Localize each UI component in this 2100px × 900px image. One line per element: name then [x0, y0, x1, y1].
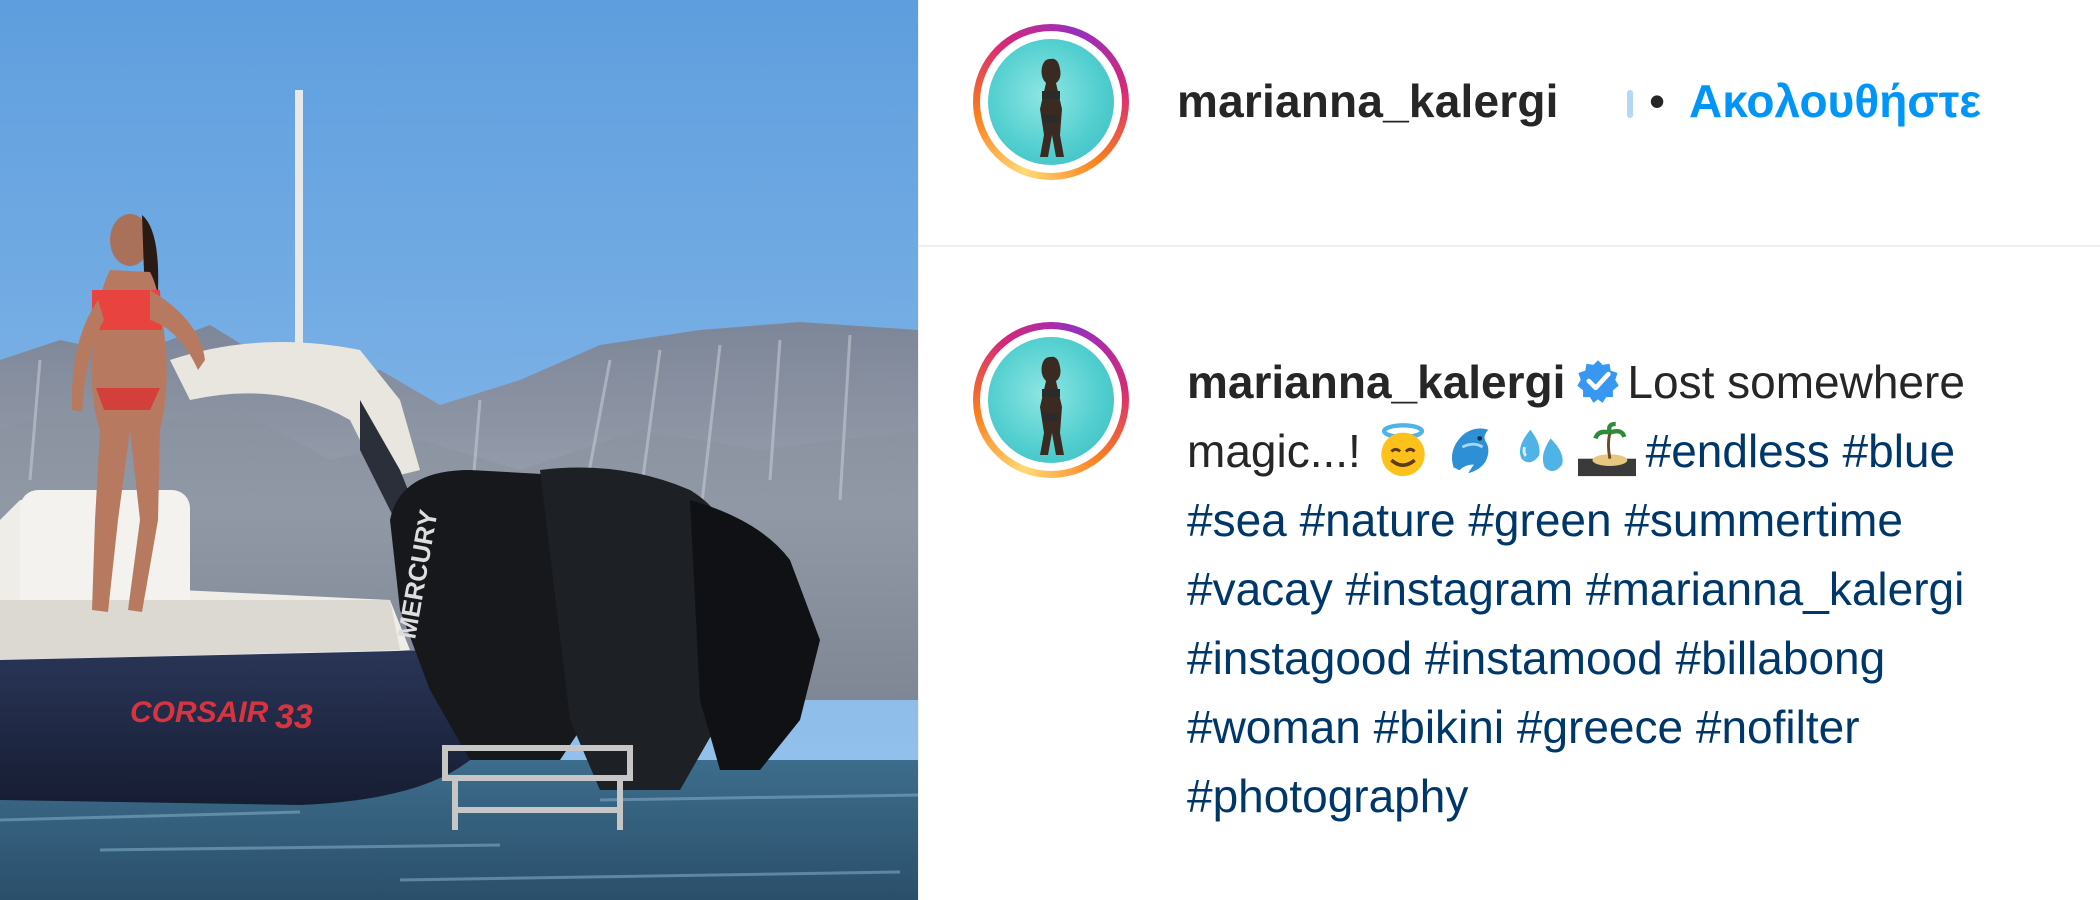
hashtag[interactable]: #woman: [1187, 701, 1361, 753]
post-header: marianna_kalergi • Ακολουθήστε: [919, 0, 2100, 247]
hashtag[interactable]: #green: [1468, 494, 1611, 546]
hashtag[interactable]: #instagood: [1187, 632, 1412, 684]
hashtag[interactable]: #sea: [1187, 494, 1287, 546]
sweat-droplets-icon: [1519, 429, 1563, 472]
hashtag[interactable]: #instagram: [1346, 563, 1574, 615]
hashtag[interactable]: #summertime: [1624, 494, 1903, 546]
hashtag[interactable]: #marianna_kalergi: [1586, 563, 1964, 615]
avatar-image: [1040, 356, 1064, 455]
post-side-panel: marianna_kalergi • Ακολουθήστε marianna_…: [918, 0, 2100, 900]
boat-brand-text: CORSAIR: [130, 696, 269, 729]
hashtag[interactable]: #endless: [1646, 425, 1830, 477]
hashtag[interactable]: #greece: [1517, 701, 1683, 753]
hashtag[interactable]: #nature: [1300, 494, 1456, 546]
caption-line-7: #photography: [1187, 762, 2100, 831]
post-photo[interactable]: CORSAIR 33 MERCURY: [0, 0, 918, 900]
caption-line-2: magic...! #endless #blue: [1187, 417, 2100, 486]
separator-dot: •: [1649, 75, 1666, 127]
hashtag[interactable]: #bikini: [1374, 701, 1504, 753]
post-image: CORSAIR 33 MERCURY: [0, 0, 918, 900]
hashtag[interactable]: #photography: [1187, 770, 1468, 822]
caption-avatar[interactable]: [973, 322, 1129, 478]
avatar-image: [1040, 58, 1064, 157]
header-username[interactable]: marianna_kalergi: [1177, 74, 1559, 128]
boat-model-text: 33: [275, 698, 313, 736]
verified-icon: [1627, 90, 1633, 118]
hashtag[interactable]: #blue: [1843, 425, 1956, 477]
caption-line-4: #vacay #instagram #marianna_kalergi: [1187, 555, 2100, 624]
caption-line-1: marianna_kalergi Lost somewhere: [1187, 348, 2100, 417]
avatar[interactable]: [973, 24, 1129, 180]
caption-body-1: Lost somewhere: [1627, 356, 1965, 408]
desert-island-icon: [1577, 421, 1636, 477]
hashtag[interactable]: #instamood: [1425, 632, 1663, 684]
caption-line-6: #woman #bikini #greece #nofilter: [1187, 693, 2100, 762]
hashtag[interactable]: #vacay: [1187, 563, 1333, 615]
caption-username[interactable]: marianna_kalergi: [1187, 356, 1565, 408]
dolphin-icon: [1451, 428, 1489, 474]
hashtag[interactable]: #nofilter: [1696, 701, 1860, 753]
verified-badge-icon: [1577, 360, 1620, 403]
follow-button[interactable]: Ακολουθήστε: [1689, 74, 1981, 128]
caption-line-5: #instagood #instamood #billabong: [1187, 624, 2100, 693]
smiling-face-with-halo-icon: [1380, 423, 1425, 477]
caption-line-3: #sea #nature #green #summertime: [1187, 486, 2100, 555]
hashtag[interactable]: #billabong: [1675, 632, 1885, 684]
caption-text: marianna_kalergi Lost somewhere magic...…: [1187, 348, 2100, 831]
caption-body-2: magic...!: [1187, 425, 1361, 477]
